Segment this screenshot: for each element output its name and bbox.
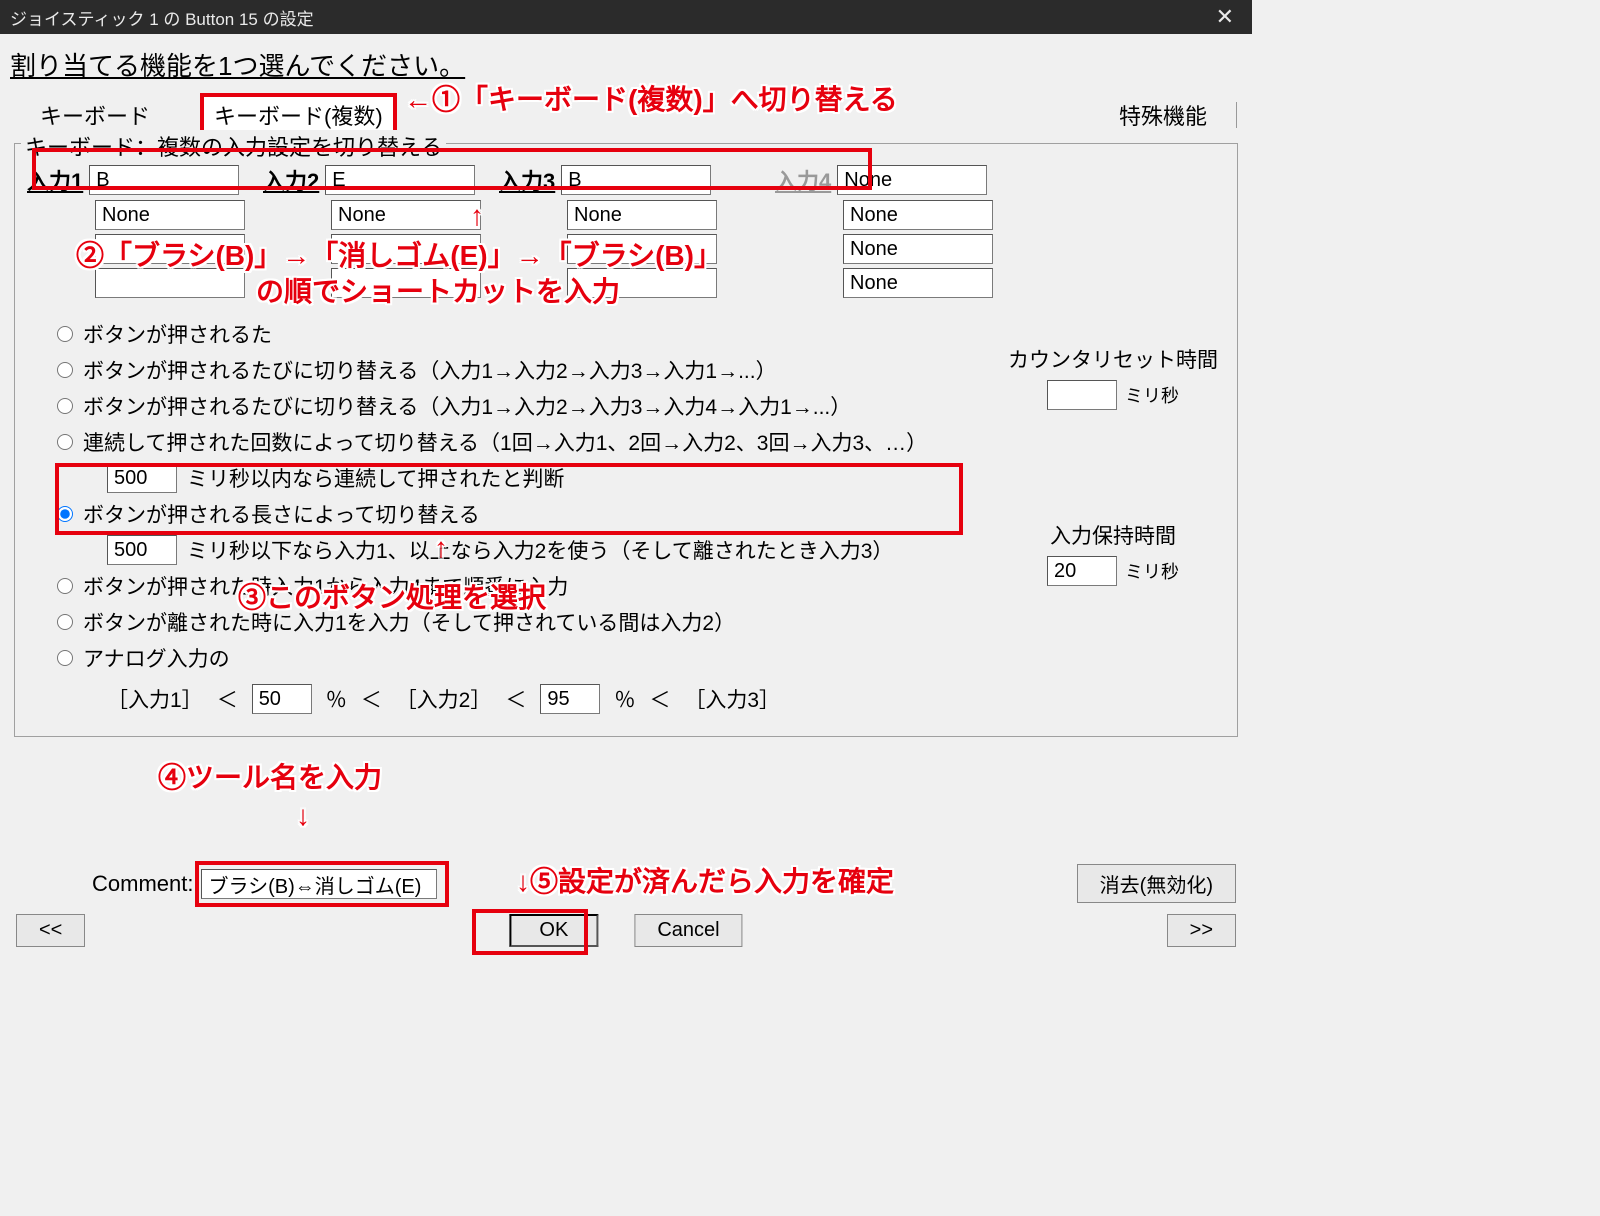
annotation-4-arrow: ↓ xyxy=(296,800,310,832)
input1-field3[interactable] xyxy=(95,234,245,264)
radio-opt3[interactable] xyxy=(57,398,73,414)
tab-keyboard[interactable]: キーボード xyxy=(40,99,150,131)
hold-time-field[interactable] xyxy=(1047,556,1117,586)
input3-field4[interactable] xyxy=(567,268,717,298)
input4-field1[interactable] xyxy=(837,165,987,195)
input2-field3[interactable] xyxy=(331,234,481,264)
comment-field[interactable] xyxy=(201,869,437,899)
analog-pct2[interactable] xyxy=(540,684,600,714)
prev-button[interactable]: << xyxy=(16,914,85,947)
input2-field1[interactable] xyxy=(325,165,475,195)
input4-field2[interactable] xyxy=(843,200,993,230)
input2-label: 入力2 xyxy=(263,164,319,196)
input3-field3[interactable] xyxy=(567,234,717,264)
radio-opt-release[interactable] xyxy=(57,614,73,630)
instruction-text: 割り当てる機能を1つ選んでください。 xyxy=(10,42,1242,93)
ok-button[interactable]: OK xyxy=(509,914,598,947)
input2-field2[interactable] xyxy=(331,200,481,230)
radio-opt4[interactable] xyxy=(57,434,73,450)
radio-opt-seq[interactable] xyxy=(57,578,73,594)
radio-opt-analog[interactable] xyxy=(57,650,73,666)
input4-field3[interactable] xyxy=(843,234,993,264)
length-ms-field[interactable] xyxy=(107,535,177,565)
continuous-ms-field[interactable] xyxy=(107,463,177,493)
window-title: ジョイスティック 1 の Button 15 の設定 xyxy=(10,5,314,30)
group-title: キーボード：複数の入力設定を切り替える xyxy=(21,130,446,162)
input3-label: 入力3 xyxy=(499,164,555,196)
input3-field2[interactable] xyxy=(567,200,717,230)
input3-field1[interactable] xyxy=(561,165,711,195)
analog-pct1[interactable] xyxy=(252,684,312,714)
titlebar: ジョイスティック 1 の Button 15 の設定 ✕ xyxy=(0,0,1252,34)
comment-label: Comment: xyxy=(92,871,193,897)
input1-field2[interactable] xyxy=(95,200,245,230)
radio-opt1[interactable] xyxy=(57,326,73,342)
radio-opt-length[interactable] xyxy=(57,506,73,522)
annotation-4: ④ツール名を入力 xyxy=(158,756,382,796)
input1-field1[interactable] xyxy=(89,165,239,195)
counter-reset-field[interactable] xyxy=(1047,380,1117,410)
tab-special[interactable]: 特殊機能 xyxy=(1119,99,1207,131)
input4-field4[interactable] xyxy=(843,268,993,298)
annotation-5: ↓⑤設定が済んだら入力を確定 xyxy=(516,860,894,900)
tab-divider xyxy=(1236,102,1237,128)
close-icon[interactable]: ✕ xyxy=(1208,4,1242,30)
input2-field4[interactable] xyxy=(331,268,481,298)
hold-time-label: 入力保持時間 xyxy=(998,520,1228,550)
radio-opt2[interactable] xyxy=(57,362,73,378)
cancel-button[interactable]: Cancel xyxy=(634,914,742,947)
counter-reset-label: カウンタリセット時間 xyxy=(998,344,1228,374)
input1-label: 入力1 xyxy=(27,164,83,196)
next-button[interactable]: >> xyxy=(1167,914,1236,947)
clear-button[interactable]: 消去(無効化) xyxy=(1077,864,1236,903)
input4-label: 入力4 xyxy=(775,164,831,196)
input1-field4[interactable] xyxy=(95,268,245,298)
